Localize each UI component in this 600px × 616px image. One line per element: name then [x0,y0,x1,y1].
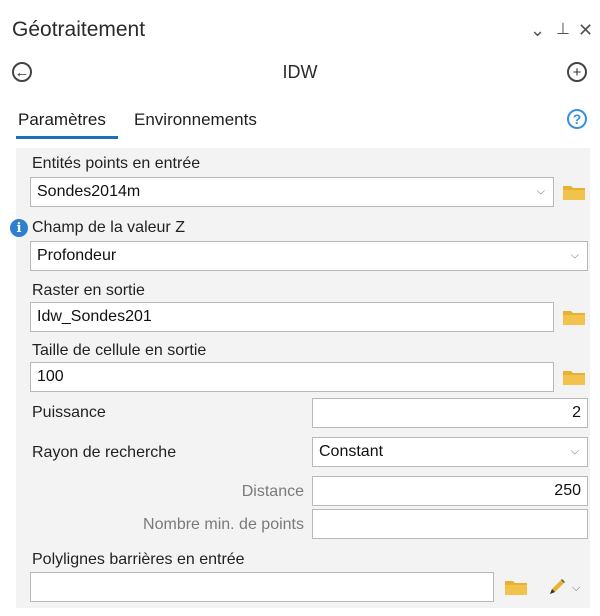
power-input[interactable]: 2 [312,398,588,428]
search-radius-label: Rayon de recherche [32,444,177,461]
distance-input[interactable]: 250 [312,476,588,506]
z-field-select[interactable]: Profondeur ⌵ [30,241,588,271]
chevron-down-icon[interactable]: ⌄ [530,18,545,42]
chevron-down-icon: ⌵ [570,249,579,262]
search-radius-value: Constant [319,443,384,460]
help-icon[interactable]: ? [567,109,587,129]
chevron-down-icon: ⌵ [536,185,545,198]
folder-icon[interactable] [563,369,585,385]
pane-title: Géotraitement [12,18,146,41]
info-glyph: i [16,220,22,236]
input-points-label: Entités points en entrée [32,155,201,172]
output-raster-input[interactable]: Idw_Sondes201 [30,302,554,332]
cell-size-input[interactable]: 100 [30,362,554,392]
power-value: 2 [572,404,581,421]
output-raster-label: Raster en sortie [32,282,145,299]
chevron-down-icon: ⌵ [570,445,579,458]
info-icon[interactable]: i [10,219,28,237]
folder-icon[interactable] [563,184,585,200]
active-tab-indicator [16,136,118,139]
barriers-label: Polylignes barrières en entrée [32,551,245,568]
input-points-select[interactable]: Sondes2014m ⌵ [30,177,554,207]
tab-environnements[interactable]: Environnements [134,110,257,130]
tab-parametres[interactable]: Paramètres [18,110,106,130]
min-points-input[interactable] [312,509,588,539]
folder-icon[interactable] [563,309,585,325]
input-points-value: Sondes2014m [37,183,141,200]
distance-label: Distance [241,483,304,500]
folder-icon[interactable] [505,579,527,595]
output-raster-value: Idw_Sondes201 [37,308,152,325]
pin-icon[interactable]: ⊥ [556,18,570,42]
close-icon[interactable]: ✕ [578,18,593,42]
barriers-input[interactable] [30,572,494,602]
power-label: Puissance [32,404,106,421]
cell-size-value: 100 [37,368,64,385]
add-icon[interactable]: + [567,62,587,82]
distance-value: 250 [554,482,581,499]
z-field-label: Champ de la valeur Z [32,219,185,236]
pencil-icon[interactable] [546,576,568,598]
search-radius-select[interactable]: Constant ⌵ [312,437,588,467]
add-glyph: + [572,63,582,81]
z-field-value: Profondeur [37,247,117,264]
cell-size-label: Taille de cellule en sortie [32,342,207,359]
help-glyph: ? [572,111,582,127]
min-points-label: Nombre min. de points [143,516,304,533]
chevron-down-icon[interactable]: ⌵ [572,582,580,595]
tool-name: IDW [282,62,318,82]
